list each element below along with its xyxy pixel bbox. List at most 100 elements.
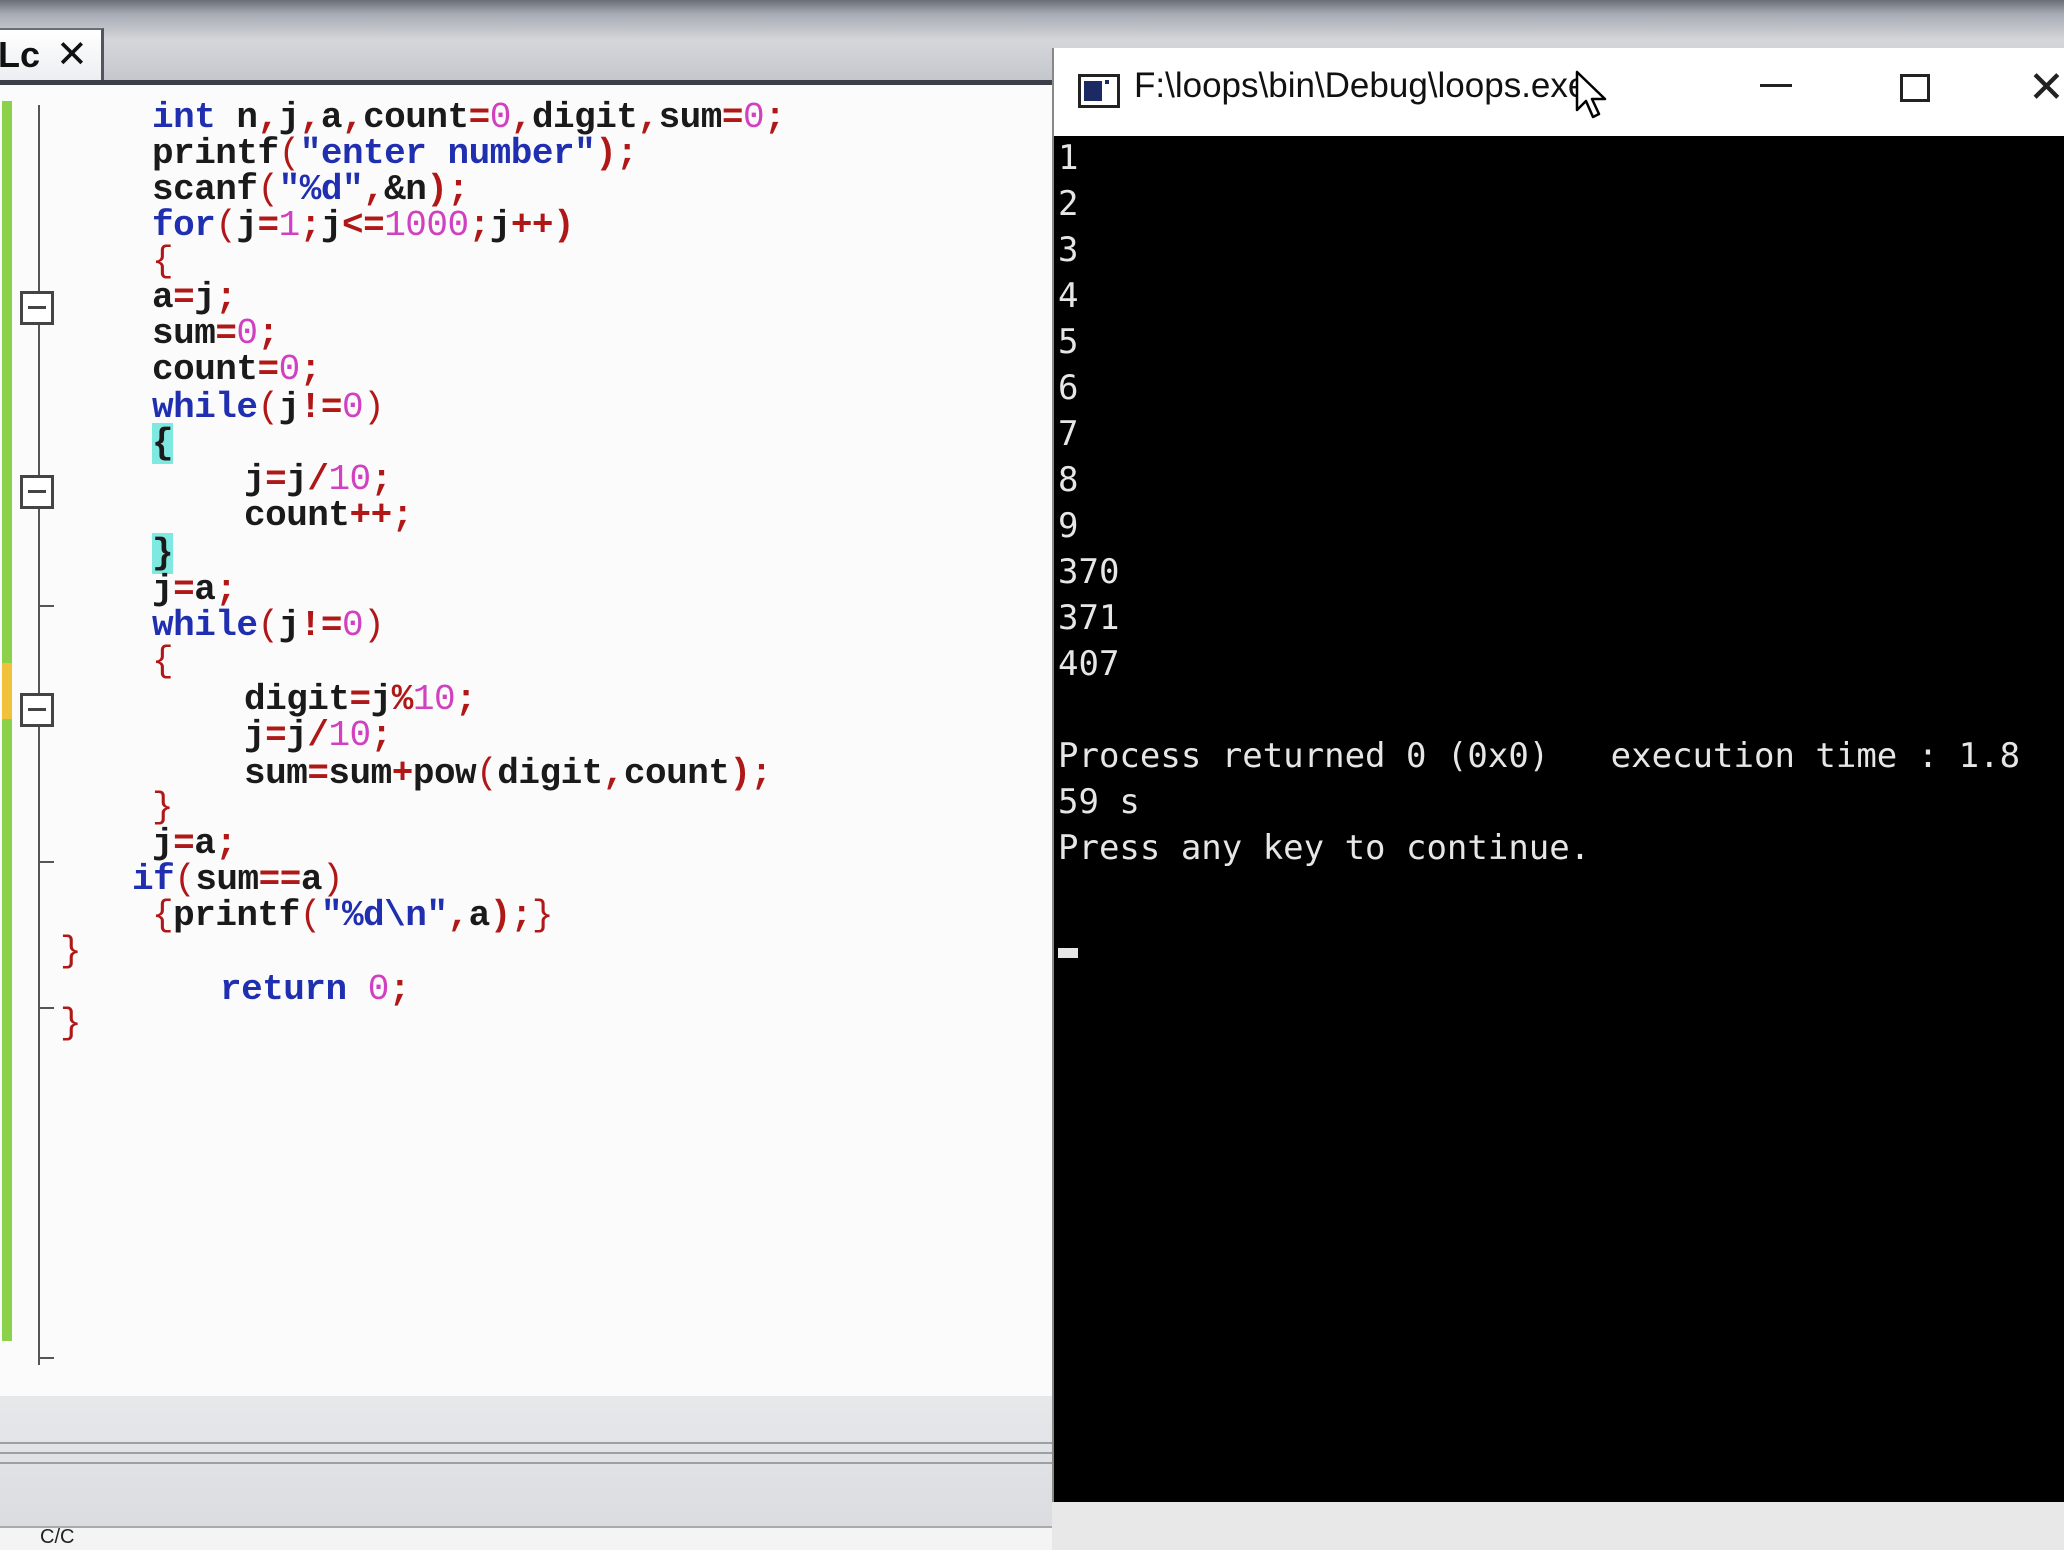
code-token: count <box>152 349 258 390</box>
minimize-button[interactable] <box>1760 84 1792 87</box>
code-token: ); <box>729 753 772 794</box>
close-icon[interactable]: ✕ <box>56 32 88 76</box>
code-token: } <box>152 787 174 828</box>
code-token: ); <box>489 895 533 936</box>
code-token: if <box>132 859 175 900</box>
code-token: printf <box>152 133 279 174</box>
code-line[interactable]: digit=j%10; <box>244 679 477 720</box>
code-token: j <box>244 459 266 500</box>
code-token: a <box>300 859 323 900</box>
console-output-line: 4 <box>1058 276 1079 316</box>
console-title: F:\loops\bin\Debug\loops.exe <box>1134 66 1588 105</box>
fold-end-marker <box>38 1357 54 1359</box>
code-line[interactable]: return 0; <box>220 969 410 1010</box>
code-line[interactable]: for(j=1;j<=1000;j++) <box>152 205 575 246</box>
code-token: 1000 <box>384 205 469 246</box>
code-token: a <box>194 569 216 610</box>
code-token: ) <box>363 605 385 646</box>
code-token: ++; <box>349 495 414 536</box>
code-token: ); <box>426 169 469 210</box>
code-token: digit <box>244 679 350 720</box>
code-token: ( <box>299 895 322 936</box>
code-line[interactable]: int n,j,a,count=0,digit,sum=0; <box>152 97 786 138</box>
code-line[interactable]: printf("enter number"); <box>152 133 638 174</box>
code-line[interactable]: count=0; <box>152 349 321 390</box>
code-token: for <box>152 205 216 246</box>
code-token: ( <box>476 753 498 794</box>
code-token: scanf <box>152 169 258 210</box>
code-line[interactable]: } <box>60 1003 82 1044</box>
code-token: = <box>307 753 329 794</box>
console-titlebar[interactable]: F:\loops\bin\Debug\loops.exe ✕ <box>1054 48 2064 136</box>
code-line[interactable]: j=j/10; <box>244 459 392 500</box>
code-token: = <box>468 97 491 138</box>
maximize-button[interactable] <box>1900 74 1930 102</box>
close-button[interactable]: ✕ <box>2028 62 2064 113</box>
fold-collapse-icon[interactable] <box>20 475 54 509</box>
code-token: return <box>220 969 347 1010</box>
code-token: ( <box>257 387 280 428</box>
code-token: ) <box>363 387 385 428</box>
code-token: j <box>320 205 343 246</box>
code-line[interactable]: sum=sum+pow(digit,count); <box>244 753 772 794</box>
code-token: 1 <box>278 205 301 246</box>
code-token: , <box>637 97 659 138</box>
code-token: sum <box>244 753 308 794</box>
code-token: { <box>152 895 174 936</box>
divider <box>0 1452 1052 1454</box>
code-editor[interactable]: int n,j,a,count=0,digit,sum=0; printf("en… <box>0 80 1052 1396</box>
code-line[interactable]: a=j; <box>152 277 237 318</box>
code-line[interactable]: while(j!=0) <box>152 387 385 428</box>
code-token: j <box>236 205 258 246</box>
code-token: ; <box>468 205 491 246</box>
code-line[interactable]: j=j/10; <box>244 715 392 756</box>
code-line[interactable]: } <box>152 533 174 574</box>
fold-collapse-icon[interactable] <box>20 693 54 727</box>
code-line[interactable]: sum=0; <box>152 313 279 354</box>
console-window[interactable]: F:\loops\bin\Debug\loops.exe ✕ 1 2 3 4 5 6 7 8 9… <box>1052 48 2064 1502</box>
code-token: { <box>152 641 174 682</box>
console-output-line: 9 <box>1058 506 1079 546</box>
code-token: a <box>320 97 343 138</box>
code-token: / <box>307 715 329 756</box>
code-token: &n <box>384 169 427 210</box>
code-line[interactable]: { <box>152 423 174 464</box>
code-token: ( <box>278 133 301 174</box>
code-token: / <box>307 459 329 500</box>
code-token: ( <box>257 605 280 646</box>
code-token: 0 <box>278 349 301 390</box>
code-token: pow <box>412 753 477 794</box>
code-token: 10 <box>412 679 456 720</box>
code-line[interactable]: if(sum==a) <box>132 859 344 900</box>
code-token: ( <box>215 205 237 246</box>
code-token: + <box>391 753 414 794</box>
fold-collapse-icon[interactable] <box>20 291 54 325</box>
code-token: 0 <box>743 97 765 138</box>
code-line[interactable]: while(j!=0) <box>152 605 385 646</box>
code-token: % <box>391 679 414 720</box>
code-token: j <box>152 569 174 610</box>
code-token: ; <box>215 277 237 318</box>
code-line[interactable]: j=a; <box>152 569 237 610</box>
divider <box>0 1462 1052 1464</box>
console-caret <box>1058 948 1078 958</box>
code-token: ; <box>764 97 786 138</box>
code-token: sum <box>152 313 216 354</box>
unsaved-change-marker <box>2 663 12 719</box>
code-token: count <box>363 97 469 138</box>
code-token: } <box>152 533 174 574</box>
code-line[interactable]: { <box>152 241 174 282</box>
code-line[interactable]: { <box>152 641 174 682</box>
code-token: 0 <box>236 313 258 354</box>
code-line[interactable]: j=a; <box>152 823 237 864</box>
editor-tab[interactable]: Lc ✕ <box>0 28 104 80</box>
code-line[interactable]: } <box>60 931 82 972</box>
code-line[interactable]: count++; <box>244 495 413 536</box>
code-line[interactable]: } <box>152 787 174 828</box>
code-token: 10 <box>328 715 371 756</box>
fold-end-marker <box>38 605 54 607</box>
code-line[interactable]: {printf("%d\n",a);} <box>152 895 554 936</box>
code-token: , <box>602 753 625 794</box>
code-token: sum <box>328 753 392 794</box>
code-line[interactable]: scanf("%d",&n); <box>152 169 469 210</box>
